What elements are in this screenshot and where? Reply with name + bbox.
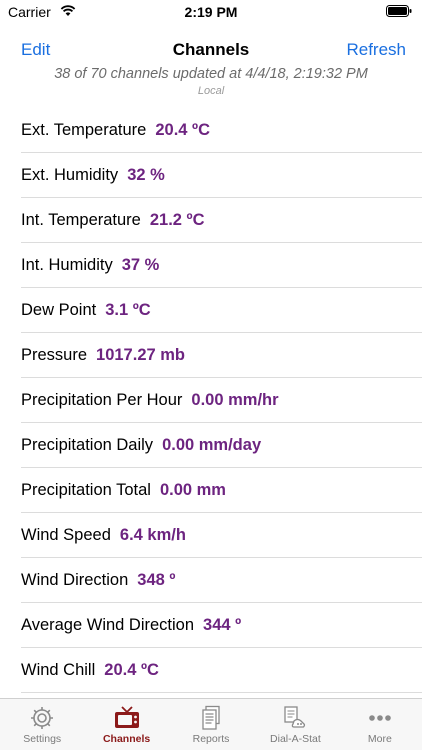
tab-dial-a-stat[interactable]: Dial-A-Stat — [253, 699, 337, 750]
channel-label: Precipitation Daily — [21, 436, 154, 454]
status-time: 2:19 PM — [184, 4, 238, 20]
tab-label: More — [367, 733, 392, 745]
channel-label: Int. Temperature — [21, 211, 141, 229]
update-status: 38 of 70 channels updated at 4/4/18, 2:1… — [54, 66, 368, 82]
reports-icon — [202, 705, 220, 730]
navigation-bar: Edit Channels Refresh — [0, 30, 422, 70]
list-item[interactable]: Wind Speed 6.4 km/h — [0, 513, 422, 558]
channel-value: 37 % — [121, 256, 160, 274]
channel-label: Wind Chill — [21, 661, 96, 679]
channel-value: 21.2 ºC — [149, 211, 205, 229]
dial-a-stat-icon — [284, 706, 306, 728]
channel-label: Ext. Humidity — [21, 166, 119, 184]
list-item[interactable]: Precipitation Daily 0.00 mm/day — [0, 423, 422, 468]
channel-label: Precipitation Total — [21, 481, 151, 499]
channel-label: Precipitation Per Hour — [21, 391, 183, 409]
channel-value: 0.00 mm/hr — [191, 391, 279, 409]
channel-value: 0.00 mm/day — [162, 436, 262, 454]
channel-value: 3.1 ºC — [105, 301, 151, 319]
channel-label: Dew Point — [21, 301, 97, 319]
tab-label: Channels — [102, 733, 151, 745]
tab-settings[interactable]: Settings — [0, 699, 84, 750]
more-icon — [369, 715, 391, 721]
tab-more[interactable]: More — [338, 699, 422, 750]
list-item[interactable]: Int. Temperature 21.2 ºC — [0, 198, 422, 243]
status-bar: Carrier 2:19 PM — [0, 0, 422, 24]
channel-label: Wind Speed — [21, 526, 111, 544]
list-item[interactable]: Precipitation Total 0.00 mm — [0, 468, 422, 513]
list-item[interactable]: Int. Humidity 37 % — [0, 243, 422, 288]
list-item[interactable]: Average Wind Direction 344 º — [0, 603, 422, 648]
refresh-button[interactable]: Refresh — [346, 40, 406, 60]
list-item[interactable]: Precipitation Per Hour 0.00 mm/hr — [0, 378, 422, 423]
list-item[interactable]: Wind Chill 20.4 ºC — [0, 648, 422, 693]
list-item[interactable]: Ext. Humidity 32 % — [0, 153, 422, 198]
channel-value: 20.4 ºC — [104, 661, 159, 679]
timezone-label: Local — [197, 85, 225, 97]
channel-value: 32 % — [127, 166, 165, 184]
channel-value: 6.4 km/h — [119, 526, 186, 544]
channel-label: Wind Direction — [21, 571, 129, 589]
channel-label: Average Wind Direction — [21, 616, 195, 634]
channel-value: 0.00 mm — [159, 481, 226, 499]
channel-value: 344 º — [203, 616, 242, 634]
gear-icon — [31, 707, 54, 729]
tab-channels[interactable]: Channels — [84, 699, 168, 750]
tv-icon — [114, 706, 139, 728]
channel-value: 348 º — [137, 571, 176, 589]
channel-label: Int. Humidity — [21, 256, 113, 274]
channel-value: 1017.27 mb — [96, 346, 186, 364]
channel-list[interactable]: Ext. Temperature 20.4 ºC Ext. Humidity 32 … — [0, 108, 422, 698]
tab-label: Reports — [192, 733, 230, 745]
tab-label: Settings — [23, 733, 62, 745]
battery-icon — [386, 5, 412, 17]
channel-label: Pressure — [21, 346, 88, 364]
list-item[interactable]: Wind Direction 348 º — [0, 558, 422, 603]
tab-reports[interactable]: Reports — [169, 699, 253, 750]
channel-label: Ext. Temperature — [21, 121, 147, 139]
tab-bar: Settings Channels Reports Dial-A-Stat Mo… — [0, 698, 422, 750]
list-item[interactable]: Pressure 1017.27 mb — [0, 333, 422, 378]
list-item[interactable]: Ext. Temperature 20.4 ºC — [0, 108, 422, 153]
channel-value: 20.4 ºC — [155, 121, 210, 139]
tab-label: Dial-A-Stat — [270, 733, 321, 745]
list-item[interactable]: Dew Point 3.1 ºC — [0, 288, 422, 333]
